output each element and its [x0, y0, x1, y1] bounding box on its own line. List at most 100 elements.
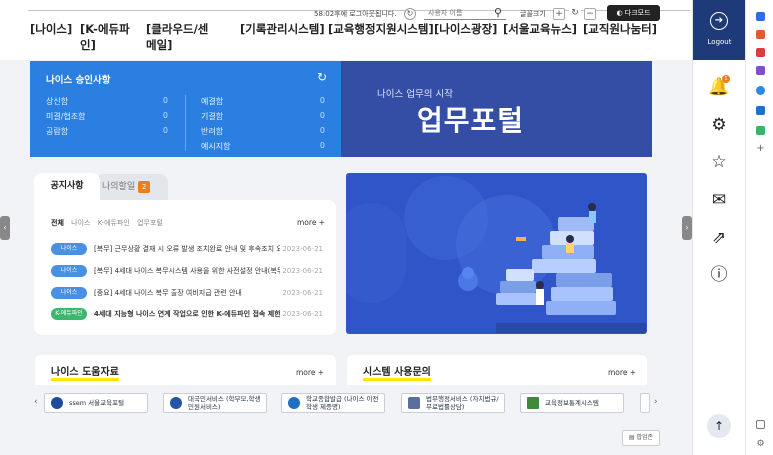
books-illustration	[346, 176, 646, 333]
notice-row[interactable]: K-에듀파인 4세대 지능형 나이스 연계 작업으로 인한 K-에듀파인 접속 …	[51, 307, 323, 321]
approval-label[interactable]: 상신함	[46, 96, 68, 107]
approval-label[interactable]: 예시지함	[201, 141, 230, 152]
banner-next-button[interactable]: ›	[654, 397, 658, 407]
toolbox-app-icon[interactable]	[756, 48, 765, 57]
notice-title[interactable]: [복무] 4세대 나이스 복무시스템 사용을 위한 사전설정 안내(복무...	[94, 265, 280, 277]
notification-badge: 1	[722, 75, 730, 83]
scroll-top-button[interactable]: ↑	[707, 414, 731, 438]
notice-row[interactable]: 나이스 [복무] 근무상황 결재 시 오류 발생 조치완료 안내 및 후속조치 …	[51, 242, 323, 256]
approval-label[interactable]: 예결함	[201, 96, 223, 107]
notice-more-link[interactable]: more +	[297, 218, 325, 227]
font-increase-button[interactable]: +	[553, 8, 565, 20]
gear-icon[interactable]: ⚙	[708, 114, 730, 136]
approval-count[interactable]: 0	[305, 126, 325, 135]
banner-partial[interactable]	[640, 393, 650, 413]
copilot-app-icon[interactable]	[756, 86, 765, 95]
dark-mode-icon: ◐	[616, 9, 623, 17]
notice-tag: K-에듀파인	[51, 308, 87, 320]
left-scroll-arrow[interactable]: ‹	[0, 216, 10, 240]
add-app-icon[interactable]: +	[756, 144, 765, 154]
approval-count[interactable]: 0	[305, 96, 325, 105]
notice-row[interactable]: 나이스 [중요] 4세대 나이스 복무 출장 여비지급 관련 안내 2023-0…	[51, 286, 323, 300]
notice-row[interactable]: 나이스 [복무] 4세대 나이스 복무시스템 사용을 위한 사전설정 안내(복무…	[51, 264, 323, 278]
share-icon[interactable]: ⇗	[708, 227, 730, 249]
approval-count[interactable]: 0	[148, 126, 168, 135]
nav-link-staff-share[interactable]: [교직원나눔터]	[583, 21, 657, 37]
notice-date: 2023-06-21	[282, 310, 323, 318]
legal-service-logo-icon	[408, 397, 420, 409]
subtab-all[interactable]: 전체	[51, 219, 64, 227]
banner-label: ssem 서울교육포털	[69, 399, 125, 407]
related-sites-banner-bar: ‹ ssem 서울교육포털 대국민서비스 (학부모,학생 민원서비스) 학교종합…	[28, 388, 668, 418]
logout-button[interactable]: ➔ Logout	[693, 0, 746, 60]
nav-link-k-edufine[interactable]: [K-에듀파인]	[80, 21, 136, 53]
banner-label: 법무행정서비스 (자치법규/무료법률상담)	[426, 395, 499, 411]
help-title: 나이스 도움자료	[51, 367, 119, 381]
font-decrease-button[interactable]: −	[584, 8, 596, 20]
nav-link-seoul-news[interactable]: [서울교육뉴스]	[503, 21, 577, 37]
briefcase-icon[interactable]: ✉	[708, 189, 730, 211]
top-navigation: 58:02후에 로그아웃됩니다. ↻ ⚲ 글꼴크기 + ↻ − ◐ 다크모드 […	[0, 0, 692, 60]
logout-label: Logout	[707, 38, 732, 46]
subtab-portal[interactable]: 업무포털	[137, 219, 163, 227]
popup-zone-button[interactable]: ▤ 팝업존	[622, 430, 660, 446]
subtab-neis[interactable]: 나이스	[71, 219, 90, 227]
edu-statistics-logo-icon	[527, 397, 539, 409]
search-icon[interactable]: ⚲	[494, 6, 502, 19]
banner-edu-statistics[interactable]: 교육정보통계시스템	[520, 393, 624, 413]
system-inquiry-panel: 시스템 사용문의 more +	[347, 355, 647, 385]
notice-title[interactable]: [복무] 근무상황 결재 시 오류 발생 조치완료 안내 및 후속조치 요청	[94, 243, 280, 255]
outlook-app-icon[interactable]	[756, 106, 765, 115]
approval-label[interactable]: 미결/협조함	[46, 111, 86, 122]
notice-title[interactable]: 4세대 지능형 나이스 연계 작업으로 인한 K-에듀파인 접속 제한...	[94, 308, 280, 320]
ssem-logo-icon	[51, 397, 63, 409]
nav-link-cloud-mail[interactable]: [클라우드/센메일]	[146, 21, 212, 53]
search-app-icon[interactable]	[756, 12, 765, 21]
approval-count[interactable]: 0	[148, 96, 168, 105]
approval-label[interactable]: 반려함	[201, 126, 223, 137]
nav-link-records[interactable]: [기록관리시스템]	[240, 21, 325, 37]
people-app-icon[interactable]	[756, 66, 765, 75]
nav-link-neis-plaza[interactable]: [나이스광장]	[434, 21, 497, 37]
font-reset-button[interactable]: ↻	[569, 8, 581, 20]
approval-label[interactable]: 공람함	[46, 126, 68, 137]
tag-app-icon[interactable]	[756, 30, 765, 39]
subtab-k-edufine[interactable]: K-에듀파인	[98, 219, 130, 227]
star-icon[interactable]: ☆	[708, 151, 730, 173]
school-certificate-logo-icon	[288, 397, 300, 409]
send-app-icon[interactable]	[756, 126, 765, 135]
approval-count[interactable]: 0	[305, 141, 325, 150]
refresh-icon[interactable]: ↻	[317, 70, 327, 84]
banner-label: 대국민서비스 (학부모,학생 민원서비스)	[188, 395, 261, 411]
right-scroll-arrow[interactable]: ›	[682, 216, 692, 240]
nav-link-neis[interactable]: [나이스]	[30, 21, 72, 37]
banner-public-service[interactable]: 대국민서비스 (학부모,학생 민원서비스)	[163, 393, 267, 413]
notice-date: 2023-06-21	[282, 245, 323, 253]
banner-label: 교육정보통계시스템	[545, 399, 599, 407]
info-icon[interactable]: ⓘ	[708, 264, 730, 286]
inquiry-more-link[interactable]: more +	[608, 368, 636, 377]
popup-zone-label: 팝업존	[636, 434, 654, 441]
tab-my-tasks[interactable]: 나의할일 2	[96, 174, 168, 200]
dark-mode-toggle[interactable]: ◐ 다크모드	[607, 5, 660, 21]
notice-body: 전체 나이스 K-에듀파인 업무포털 more + 나이스 [복무] 근무상황 …	[34, 200, 336, 335]
approval-count[interactable]: 0	[148, 111, 168, 120]
banner-legal-service[interactable]: 법무행정서비스 (자치법규/무료법률상담)	[401, 393, 505, 413]
help-resources-panel: 나이스 도움자료 more +	[35, 355, 336, 385]
browser-sidebar: + ⚙	[745, 0, 773, 455]
sidebar-toggle-icon[interactable]	[756, 420, 765, 429]
session-extend-button[interactable]: ↻	[404, 8, 416, 20]
approval-label[interactable]: 기결함	[201, 111, 223, 122]
nav-link-edu-admin[interactable]: [교육행정지원시스템]	[328, 21, 434, 37]
settings-icon[interactable]: ⚙	[756, 440, 765, 449]
help-more-link[interactable]: more +	[296, 368, 324, 377]
tab-notices[interactable]: 공지사항	[34, 173, 100, 201]
approval-title: 나이스 승인사항	[46, 75, 111, 86]
banner-ssem[interactable]: ssem 서울교육포털	[44, 393, 148, 413]
banner-school-certificate[interactable]: 학교종합발급 (나이스 이전 학생 제증명)	[281, 393, 385, 413]
approval-count[interactable]: 0	[305, 111, 325, 120]
notice-title[interactable]: [중요] 4세대 나이스 복무 출장 여비지급 관련 안내	[94, 287, 280, 299]
tab-my-tasks-label: 나의할일	[102, 182, 136, 192]
banner-prev-button[interactable]: ‹	[34, 397, 38, 407]
inquiry-title: 시스템 사용문의	[363, 367, 431, 381]
